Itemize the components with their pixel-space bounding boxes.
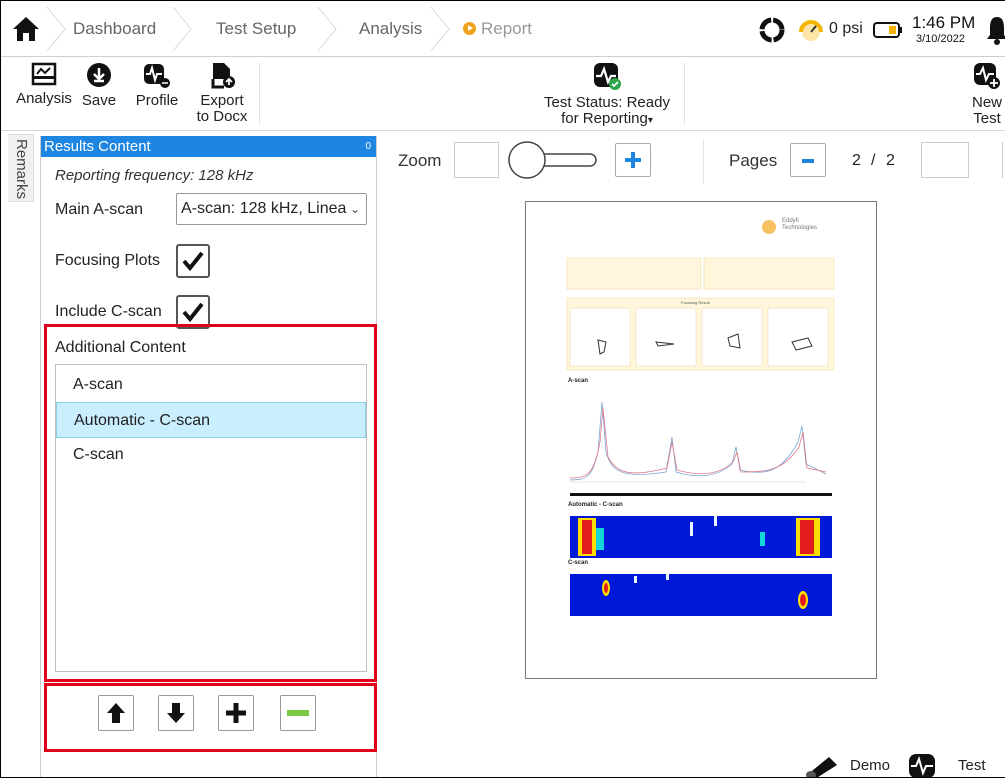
new-test-line1: New [971, 94, 1002, 111]
breadcrumb-test-setup[interactable]: Test Setup [216, 19, 296, 39]
profile-icon [144, 64, 170, 88]
profile-button[interactable]: Profile [131, 61, 183, 109]
test-status-line1: Test Status: Ready [544, 94, 670, 111]
results-content-header: Results Content 0 [41, 136, 376, 157]
page-total: 2 [886, 152, 895, 169]
report-toolbar: Analysis Save Profile Export to Docx Tes… [1, 57, 1005, 131]
plus-icon [625, 152, 641, 168]
pressure-gauge-icon [799, 20, 823, 41]
analysis-icon [31, 62, 57, 86]
new-test-button[interactable]: New Test [965, 61, 1005, 127]
main-ascan-select[interactable]: A-scan: 128 kHz, Linea ⌄ [176, 193, 367, 225]
page-input-field[interactable] [921, 142, 969, 178]
bell-icon[interactable] [986, 15, 1005, 45]
export-docx-icon [211, 63, 235, 89]
checkmark-icon [182, 251, 204, 272]
minus-icon [802, 159, 814, 163]
main-ascan-value: A-scan: 128 kHz, Linea [181, 200, 347, 217]
company-logo-text: Eddyfi Technologies [782, 218, 817, 232]
previous-page-button[interactable] [790, 143, 826, 177]
new-test-line2: Test [973, 110, 1001, 127]
analysis-button[interactable]: Analysis [13, 61, 75, 107]
chevron-down-icon: ⌄ [349, 202, 360, 216]
breadcrumb-separator [317, 6, 337, 52]
focusing-plots-label: Focusing Plots [55, 252, 160, 269]
profile-label: Profile [135, 92, 179, 109]
save-icon [87, 63, 111, 87]
dropdown-caret-icon: ▾ [647, 115, 653, 126]
export-label-line1: Export [200, 92, 244, 109]
analysis-label: Analysis [16, 90, 72, 107]
new-test-icon [974, 63, 1000, 89]
focusing-plots-checkbox[interactable] [176, 244, 210, 278]
reporting-frequency: Reporting frequency: 128 kHz [55, 167, 254, 184]
pages-label: Pages [729, 151, 778, 170]
app-window: Dashboard Test Setup Analysis Report 0 p… [0, 0, 1005, 778]
test-status-icon [594, 63, 621, 90]
test-status-line2: for Reporting▾ [532, 111, 682, 129]
save-button[interactable]: Save [79, 61, 119, 109]
breadcrumb-separator [430, 6, 450, 52]
breadcrumb-dashboard[interactable]: Dashboard [73, 19, 156, 39]
breadcrumb-analysis[interactable]: Analysis [359, 19, 422, 39]
results-content-count: 0 [365, 141, 371, 152]
page-current: 2 [852, 152, 861, 169]
footer-test-name: Test 28 [958, 757, 986, 777]
top-navigation: Dashboard Test Setup Analysis Report 0 p… [1, 1, 1005, 57]
footer-mode: Demo [850, 757, 891, 774]
test-wave-icon [909, 754, 935, 777]
breadcrumb-separator [172, 6, 192, 52]
logo-line1: Eddyfi [782, 218, 799, 224]
zoom-value-field[interactable] [454, 142, 499, 178]
save-label: Save [81, 92, 117, 109]
include-cscan-label: Include C-scan [55, 303, 162, 320]
home-icon[interactable] [11, 15, 41, 43]
preview-ascan-title: A-scan [568, 378, 589, 384]
export-docx-button[interactable]: Export to Docx [194, 61, 250, 125]
preview-automatic-cscan-title: Automatic - C-scan [568, 502, 623, 508]
remarks-tab-label: Remarks [13, 139, 30, 200]
additional-content-highlight [44, 324, 377, 682]
preview-cscan-title: C-scan [568, 560, 589, 566]
battery-icon [873, 22, 902, 38]
breadcrumb-report[interactable]: Report [463, 19, 532, 39]
probe-icon [806, 757, 837, 777]
test-status-line2-text: for Reporting [561, 110, 648, 127]
clock-date: 3/10/2022 [916, 33, 965, 45]
report-step-icon [463, 22, 476, 35]
report-page-content [566, 220, 835, 616]
test-status-button[interactable]: Test Status: Ready for Reporting▾ [532, 61, 682, 129]
main-ascan-label: Main A-scan [55, 201, 144, 218]
clock-time: 1:46 PM [912, 13, 976, 32]
company-logo-icon [762, 220, 776, 234]
zoom-label: Zoom [398, 151, 442, 170]
focusing-result-heading: Focusing Result [681, 300, 710, 305]
toolbar-divider [259, 63, 260, 125]
checkmark-icon [182, 302, 204, 323]
zoom-in-button[interactable] [615, 143, 651, 177]
pressure-value: 0 psi [829, 20, 863, 37]
export-label-line2: to Docx [196, 108, 248, 125]
breadcrumb-separator [46, 6, 66, 52]
page-separator: / [871, 152, 876, 169]
toolbar-divider [684, 63, 685, 125]
logo-line2: Technologies [782, 225, 818, 231]
results-content-title: Results Content [44, 138, 151, 155]
remarks-tab[interactable]: Remarks [8, 134, 34, 202]
breadcrumb-report-label: Report [481, 19, 533, 38]
toolbar-divider [703, 139, 704, 183]
report-page-preview: Eddyfi Technologies Focusing Result A-sc… [525, 201, 877, 679]
sync-icon[interactable] [758, 16, 786, 44]
zoom-slider[interactable] [506, 140, 601, 180]
content-actions-highlight [44, 683, 377, 752]
